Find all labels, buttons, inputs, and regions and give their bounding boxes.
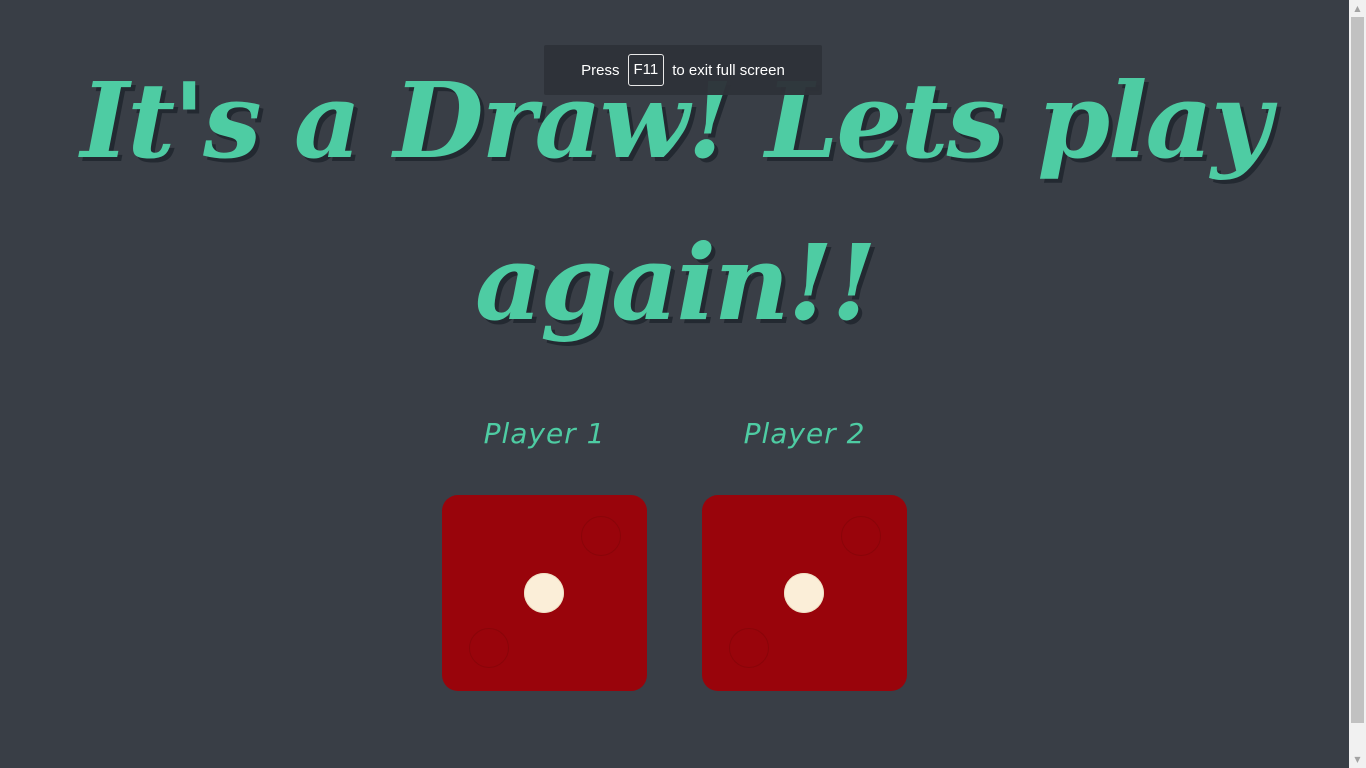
vertical-scrollbar[interactable]: ▲ ▼ [1349, 0, 1366, 768]
die-pip-empty [729, 628, 769, 668]
fullscreen-notice-prefix: Press [581, 61, 620, 79]
players-container: Player 1 Player 2 [442, 410, 907, 700]
player-1-die [442, 495, 647, 691]
game-page: It's a Draw! Lets play again!! Player 1 … [0, 0, 1366, 768]
fullscreen-notice-suffix: to exit full screen [672, 61, 785, 79]
player-2-die [702, 495, 907, 691]
fullscreen-exit-notice: Press F11 to exit full screen [544, 45, 822, 95]
die-pip-empty [469, 628, 509, 668]
chevron-up-icon[interactable]: ▲ [1349, 0, 1366, 17]
chevron-down-icon[interactable]: ▼ [1349, 751, 1366, 768]
player-2-label: Player 2 [743, 417, 866, 450]
player-2: Player 2 [702, 410, 907, 691]
player-1-label: Player 1 [483, 417, 606, 450]
fullscreen-key: F11 [627, 54, 665, 86]
die-pip-center [784, 573, 824, 613]
die-pip-empty [581, 516, 621, 556]
scrollbar-thumb[interactable] [1351, 17, 1364, 723]
die-pip-center [524, 573, 564, 613]
player-1: Player 1 [442, 410, 647, 691]
die-pip-empty [841, 516, 881, 556]
